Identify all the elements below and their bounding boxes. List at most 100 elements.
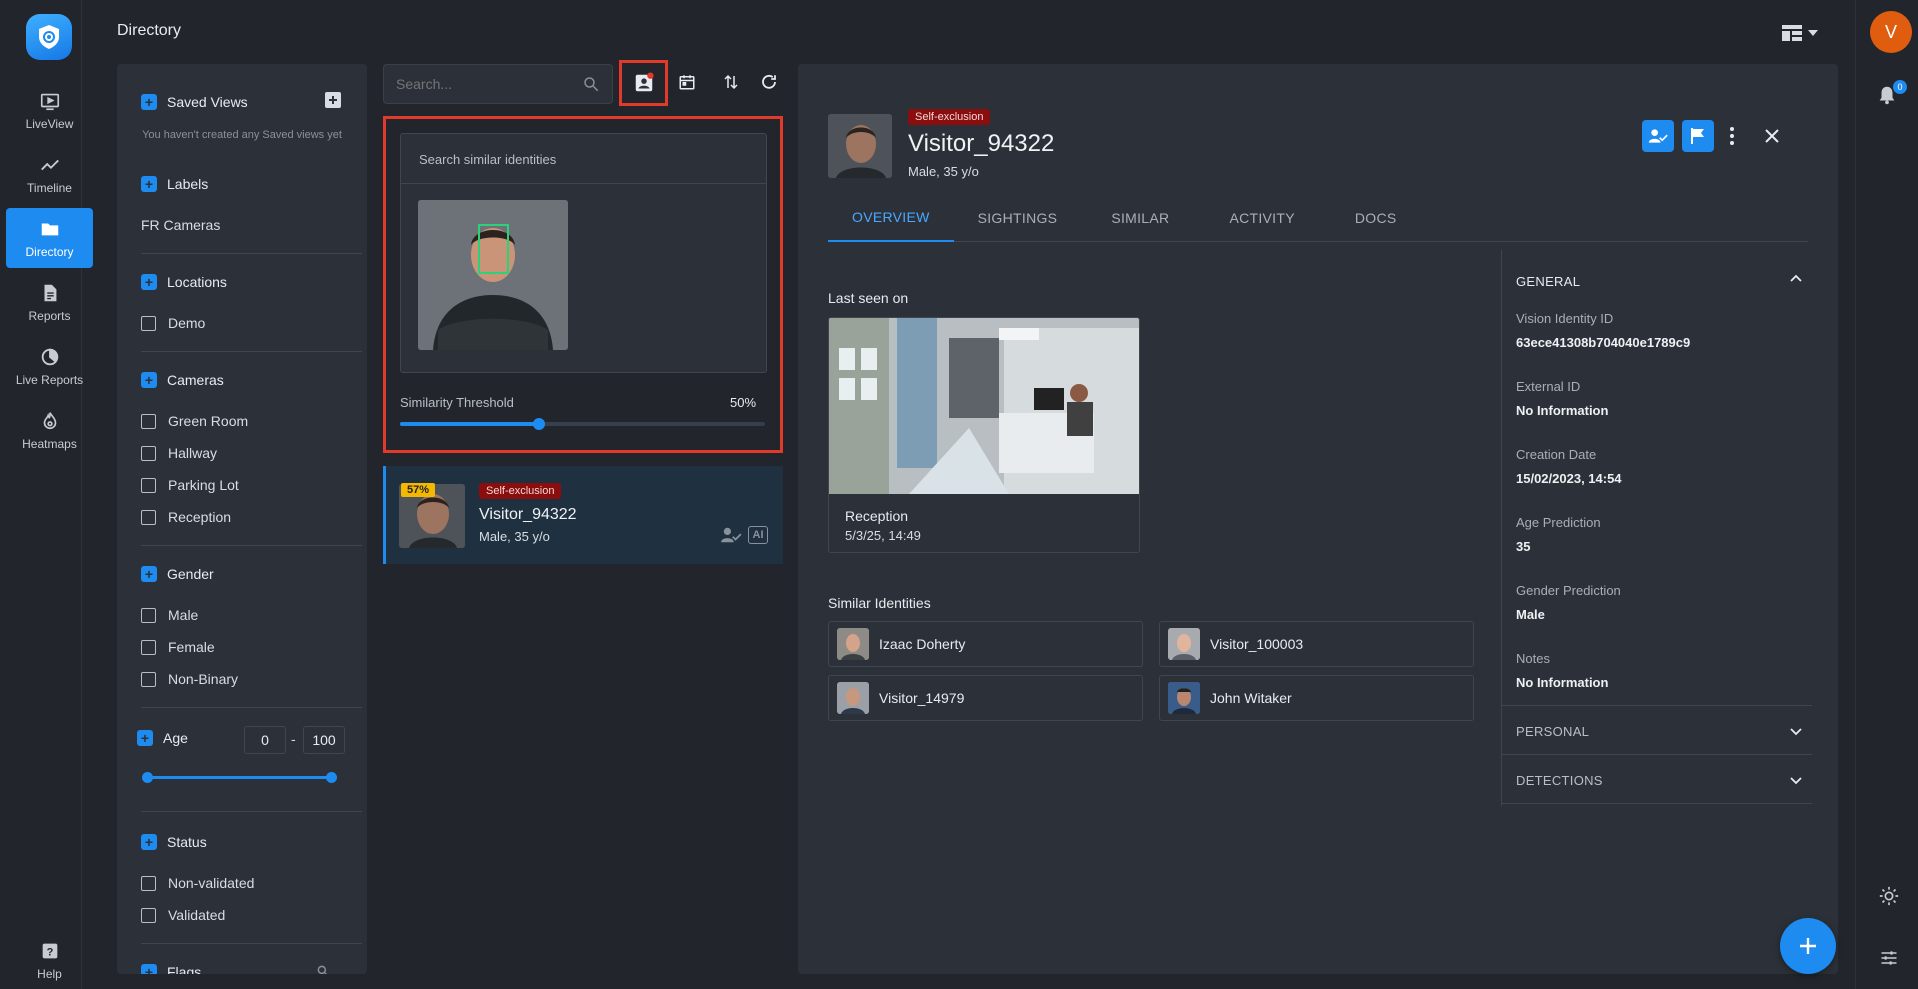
status-header[interactable]: + Status (141, 834, 207, 850)
nav-directory[interactable]: Directory (6, 208, 93, 268)
checkbox[interactable] (141, 607, 156, 623)
personal-section-header[interactable]: PERSONAL (1516, 724, 1589, 739)
flags-header[interactable]: + Flags (141, 964, 201, 974)
saved-views-empty: You haven't created any Saved views yet (142, 129, 342, 141)
age-header[interactable]: + Age (137, 730, 188, 746)
close-button[interactable] (1756, 120, 1788, 152)
checkbox[interactable] (141, 639, 156, 655)
checkbox[interactable] (141, 477, 156, 493)
gender-header[interactable]: + Gender (141, 566, 214, 582)
refresh-button[interactable] (751, 64, 787, 100)
similar-identity-item[interactable]: Visitor_100003 (1159, 621, 1474, 667)
sort-button[interactable] (713, 64, 749, 100)
age-title: Age (163, 730, 188, 746)
tab-similar[interactable]: SIMILAR (1081, 194, 1199, 242)
labels-title: Labels (167, 176, 209, 192)
layout-switcher[interactable] (1782, 22, 1826, 44)
checkbox[interactable] (141, 509, 156, 525)
add-fab-button[interactable] (1780, 918, 1836, 974)
chevron-up-icon[interactable] (1790, 274, 1802, 282)
chevron-down-icon[interactable] (1790, 777, 1802, 785)
slider-handle[interactable] (532, 418, 545, 430)
similar-identity-avatar (1168, 628, 1200, 660)
divider (141, 707, 362, 708)
face-photo (837, 628, 869, 660)
tab-overview[interactable]: OVERVIEW (828, 194, 954, 242)
user-avatar[interactable]: V (1870, 11, 1912, 53)
identity-result-card[interactable]: 57% Self-exclusion Visitor_94322 Male, 3… (383, 466, 783, 564)
reference-photo[interactable] (418, 200, 568, 350)
nav-help[interactable]: ? Help (6, 930, 93, 989)
checkbox[interactable] (141, 907, 156, 923)
similar-search-card: Search similar identities (400, 133, 767, 373)
validate-user-icon[interactable] (720, 526, 742, 544)
age-max-handle[interactable] (326, 772, 337, 783)
validate-identity-button[interactable] (1642, 120, 1674, 152)
saved-views-header[interactable]: + Saved Views (141, 94, 248, 110)
camera-item-label: Parking Lot (168, 477, 239, 493)
detail-tabs: OVERVIEW SIGHTINGS SIMILAR ACTIVITY DOCS (828, 194, 1808, 242)
camera-item-hallway[interactable]: Hallway (141, 445, 217, 461)
last-seen-card[interactable]: Reception 5/3/25, 14:49 (828, 317, 1140, 553)
nav-liveview[interactable]: LiveView (6, 80, 93, 140)
settings-sliders-icon[interactable] (1879, 948, 1899, 968)
date-filter-button[interactable] (669, 64, 705, 100)
liveview-icon (40, 93, 59, 110)
similar-identity-item[interactable]: John Witaker (1159, 675, 1474, 721)
camera-item-parking-lot[interactable]: Parking Lot (141, 477, 239, 493)
general-section-header[interactable]: GENERAL (1516, 274, 1580, 289)
age-max-input[interactable]: 100 (303, 726, 345, 754)
add-saved-view-icon[interactable] (325, 92, 341, 108)
tab-activity[interactable]: ACTIVITY (1199, 194, 1324, 242)
add-icon: + (141, 274, 157, 290)
field-label: Age Prediction (1516, 515, 1601, 530)
nav-timeline[interactable]: Timeline (6, 144, 93, 204)
search-box[interactable] (383, 64, 613, 104)
checkbox[interactable] (141, 413, 156, 429)
location-item-demo[interactable]: Demo (141, 315, 205, 331)
cameras-header[interactable]: + Cameras (141, 372, 224, 388)
gender-item-female[interactable]: Female (141, 639, 215, 655)
flag-button[interactable] (1682, 120, 1714, 152)
theme-toggle-icon[interactable] (1878, 885, 1900, 907)
nav-reports[interactable]: Reports (6, 272, 93, 332)
similar-identity-item[interactable]: Visitor_14979 (828, 675, 1143, 721)
age-min-input[interactable]: 0 (244, 726, 286, 754)
similar-identity-avatar (1168, 682, 1200, 714)
checkbox[interactable] (141, 671, 156, 687)
camera-item-reception[interactable]: Reception (141, 509, 231, 525)
labels-header[interactable]: + Labels (141, 176, 208, 192)
checkbox[interactable] (141, 315, 156, 331)
nav-live-reports[interactable]: Live Reports (6, 336, 93, 396)
detections-section-header[interactable]: DETECTIONS (1516, 773, 1603, 788)
camera-item-green-room[interactable]: Green Room (141, 413, 248, 429)
nav-heatmaps[interactable]: Heatmaps (6, 400, 93, 460)
status-item-non-validated[interactable]: Non-validated (141, 875, 254, 891)
checkbox[interactable] (141, 445, 156, 461)
search-icon[interactable] (316, 964, 330, 974)
more-options-button[interactable] (1716, 120, 1748, 152)
similar-identity-item[interactable]: Izaac Doherty (828, 621, 1143, 667)
field-label: Vision Identity ID (1516, 311, 1614, 326)
status-item-label: Non-validated (168, 875, 255, 891)
divider (1502, 803, 1812, 804)
divider (141, 253, 362, 254)
locations-header[interactable]: + Locations (141, 274, 227, 290)
status-item-validated[interactable]: Validated (141, 907, 225, 923)
nav-label: Directory (25, 244, 74, 259)
tab-sightings[interactable]: SIGHTINGS (954, 194, 1082, 242)
identity-name: Visitor_94322 (479, 506, 577, 523)
chevron-down-icon[interactable] (1790, 728, 1802, 736)
gender-item-male[interactable]: Male (141, 607, 198, 623)
gender-item-non-binary[interactable]: Non-Binary (141, 671, 238, 687)
similar-search-button[interactable] (619, 60, 668, 106)
search-input[interactable] (396, 76, 576, 92)
label-item[interactable]: FR Cameras (141, 217, 220, 233)
similarity-threshold-slider[interactable] (400, 418, 765, 430)
age-min-handle[interactable] (142, 772, 153, 783)
checkbox[interactable] (141, 875, 156, 891)
app-logo[interactable] (26, 14, 72, 60)
similar-identity-avatar (837, 628, 869, 660)
divider (141, 351, 362, 352)
tab-docs[interactable]: DOCS (1325, 194, 1427, 242)
